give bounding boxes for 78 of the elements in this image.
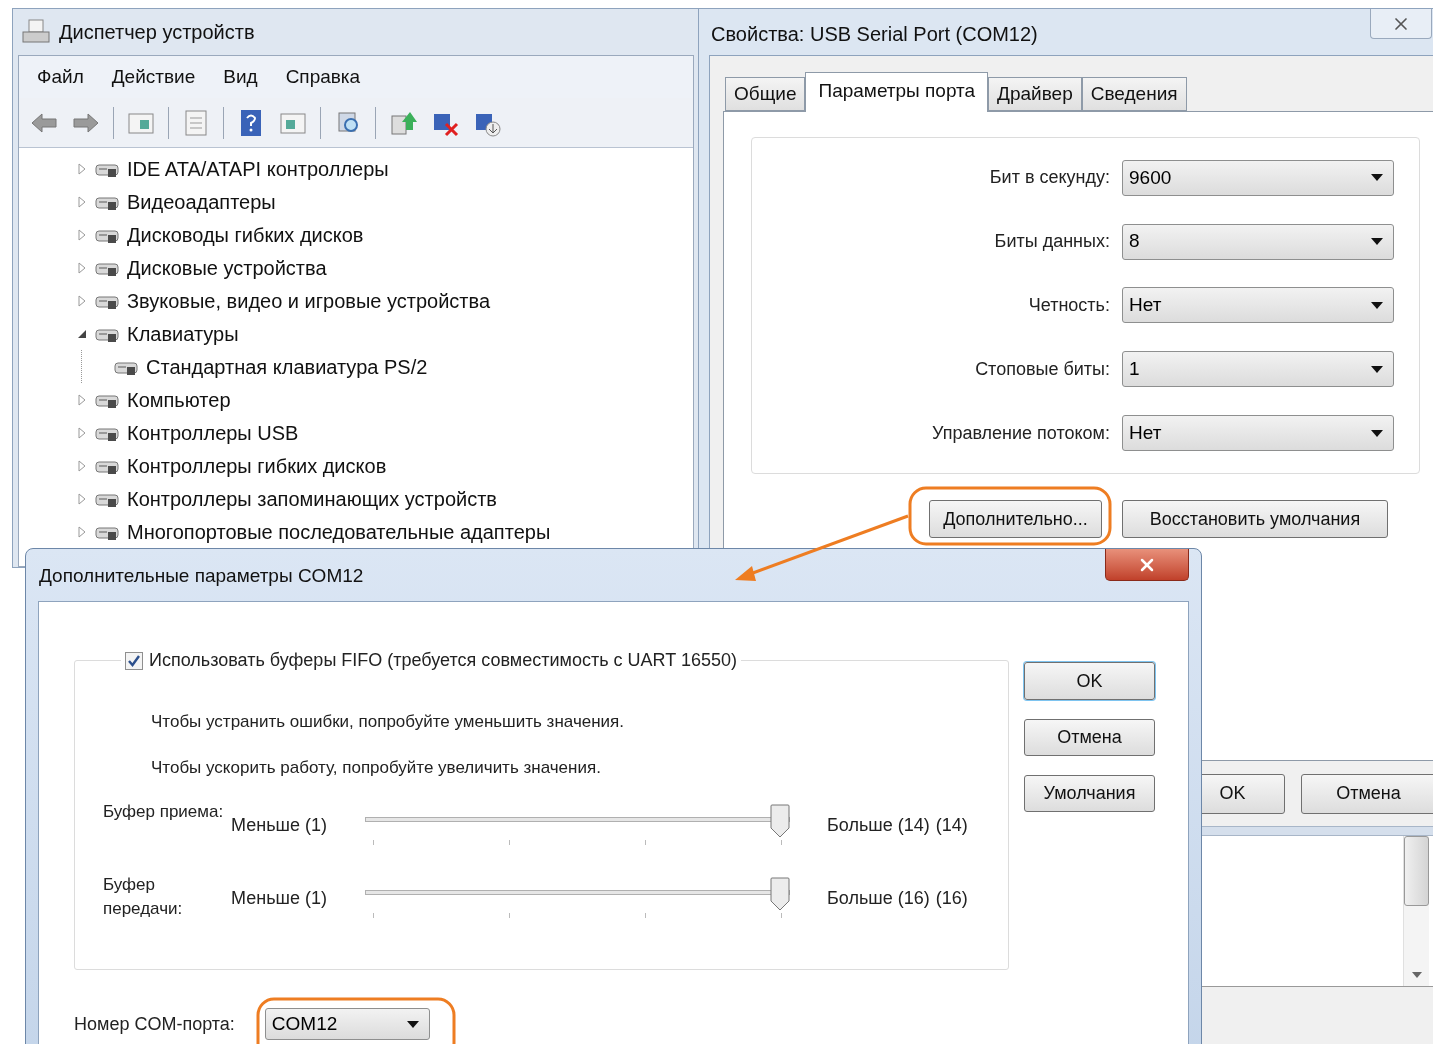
slider-label: Буфер приема: (103, 801, 225, 823)
button[interactable]: Отмена (1301, 773, 1433, 814)
menu-item[interactable]: Действие (111, 62, 196, 92)
dropdown[interactable]: 8 (1122, 223, 1394, 260)
button[interactable]: OK (1024, 662, 1155, 700)
slider-track[interactable] (365, 877, 790, 913)
dropdown-arrow-icon (406, 1020, 419, 1028)
dropdown[interactable]: 9600 (1122, 159, 1394, 196)
field-label: Бит в секунду: (989, 166, 1110, 190)
hint-text: Чтобы устранить ошибки, попробуйте уменьшить значения. (150, 711, 625, 733)
tree-toggle-icon[interactable] (77, 492, 87, 505)
tree-item[interactable]: Компьютер (127, 384, 231, 415)
dropdown[interactable]: Нет (1122, 287, 1394, 324)
tree-item[interactable]: Клавиатуры (127, 318, 239, 349)
tab[interactable]: Общие (725, 77, 806, 111)
checkbox-label[interactable]: Использовать буферы FIFO (требуется совместимость с UART 16550) (149, 647, 737, 674)
slider-thumb[interactable] (770, 877, 790, 911)
tree-toggle-icon[interactable] (77, 393, 87, 406)
tree-item[interactable]: Дисководы гибких дисков (127, 219, 364, 250)
tree-toggle-icon[interactable] (77, 228, 87, 241)
tree-toggle-icon[interactable] (77, 426, 87, 439)
field-label: Номер COM-порта: (74, 1012, 235, 1036)
tab[interactable]: Сведения (1081, 77, 1187, 111)
slider-track[interactable] (365, 804, 790, 840)
menu-item[interactable]: Файл (37, 62, 84, 92)
button[interactable]: Дополнительно... (929, 500, 1102, 538)
slider-thumb[interactable] (770, 804, 790, 838)
tree-toggle-icon[interactable] (77, 294, 87, 307)
field-label: Четность: (1028, 294, 1110, 317)
tree-toggle-icon[interactable] (77, 162, 87, 175)
scrollbar[interactable] (1403, 836, 1429, 986)
tree-toggle-icon[interactable] (77, 459, 87, 472)
slider-value: (14) (935, 814, 968, 837)
slider-value: (16) (935, 887, 968, 910)
check-icon (127, 653, 141, 668)
slider-max-label: Больше (14) (827, 814, 930, 837)
field-label: Управление потоком: (932, 421, 1110, 445)
dropdown-arrow-icon (1371, 429, 1383, 437)
dropdown[interactable]: 1 (1122, 351, 1394, 388)
dropdown-arrow-icon (1371, 302, 1383, 309)
button[interactable]: Восстановить умолчания (1122, 500, 1388, 538)
field-label: Стоповые биты: (975, 357, 1110, 381)
tab[interactable]: Драйвер (988, 77, 1082, 111)
window-title: Дополнительные параметры COM12 (39, 564, 364, 588)
dropdown-arrow-icon (1371, 174, 1383, 182)
slider-label: Буфер передачи: (103, 874, 184, 920)
tree-toggle-icon[interactable] (77, 525, 87, 538)
tree-item[interactable]: Контроллеры гибких дисков (127, 450, 387, 481)
hint-text: Чтобы ускорить работу, попробуйте увеличить значения. (150, 756, 602, 779)
dropdown[interactable]: Нет (1122, 415, 1394, 452)
menu-item[interactable]: Справка (285, 62, 361, 92)
tree-item[interactable]: Видеоадаптеры (127, 186, 276, 217)
checkbox[interactable] (125, 651, 143, 670)
button[interactable]: Отмена (1024, 719, 1155, 756)
menu-item[interactable]: Вид (223, 62, 258, 92)
slider-max-label: Больше (16) (827, 887, 930, 910)
tab[interactable]: Параметры порта (805, 72, 989, 112)
tree-item[interactable]: Контроллеры запоминающих устройств (127, 483, 497, 514)
tree-toggle-icon[interactable] (77, 195, 87, 208)
tree-toggle-icon[interactable] (77, 261, 87, 274)
field-label: Биты данных: (994, 230, 1110, 254)
window-title: Свойства: USB Serial Port (COM12) (711, 22, 1038, 47)
window-title: Диспетчер устройств (59, 20, 255, 45)
scroll-down-arrow-icon[interactable] (1411, 972, 1422, 978)
tree-item[interactable]: Контроллеры USB (127, 417, 299, 448)
tree-item[interactable]: Звуковые, видео и игровые устройства (127, 285, 491, 316)
close-button[interactable] (1105, 549, 1189, 581)
tree-item[interactable]: IDE ATA/ATAPI контроллеры (127, 153, 389, 184)
computer-icon (21, 18, 51, 46)
button[interactable]: Умолчания (1024, 775, 1155, 812)
dropdown-arrow-icon (1371, 238, 1383, 246)
dropdown[interactable]: COM12 (264, 1008, 430, 1040)
slider-min-label: Меньше (1) (231, 887, 328, 910)
tree-item[interactable]: Стандартная клавиатура PS/2 (146, 351, 428, 382)
slider-min-label: Меньше (1) (231, 814, 328, 837)
dropdown-arrow-icon (1371, 365, 1383, 373)
tree-item[interactable]: Дисковые устройства (127, 252, 327, 283)
tree-item[interactable]: Многопортовые последовательные адаптеры (127, 516, 551, 547)
